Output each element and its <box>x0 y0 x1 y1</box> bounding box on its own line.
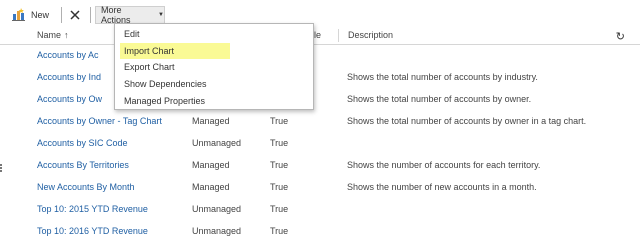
chart-name-link[interactable]: Top 10: 2016 YTD Revenue <box>37 226 148 236</box>
grid-header: Name ↑ le Description ↻ <box>0 27 640 45</box>
chart-new-icon <box>12 8 25 21</box>
toolbar-divider <box>90 7 91 23</box>
state-cell: Unmanaged <box>192 204 242 214</box>
table-row[interactable]: Top 10: 2016 YTD Revenue Unmanaged True <box>0 221 640 243</box>
column-header-default[interactable]: le <box>314 30 321 40</box>
sort-ascending-icon: ↑ <box>64 30 69 40</box>
state-cell: Managed <box>192 160 230 170</box>
table-row[interactable]: Accounts by Ow Shows the total number of… <box>0 89 640 111</box>
menu-item-label: Show Dependencies <box>124 79 207 89</box>
default-cell: True <box>270 116 289 126</box>
menu-item-label: Edit <box>124 29 140 39</box>
new-button-label: New <box>31 9 50 20</box>
table-row[interactable]: Accounts by Owner - Tag Chart Managed Tr… <box>0 111 640 133</box>
menu-item-export-chart[interactable]: Export Chart <box>123 60 175 74</box>
column-divider <box>338 29 339 42</box>
chart-name-link[interactable]: Accounts by SIC Code <box>37 138 128 148</box>
menu-item-label: Import Chart <box>124 46 175 56</box>
state-cell: Unmanaged <box>192 226 242 236</box>
table-row[interactable]: Top 10: 2015 YTD Revenue Unmanaged True <box>0 199 640 221</box>
more-actions-button[interactable]: More Actions ▼ <box>95 5 165 25</box>
more-actions-menu: Edit Import Chart Export Chart Show Depe… <box>114 23 314 110</box>
drag-handle-icon[interactable] <box>0 163 4 173</box>
delete-button[interactable] <box>68 6 82 23</box>
close-icon <box>70 9 80 20</box>
chart-name-link[interactable]: Top 10: 2015 YTD Revenue <box>37 204 148 214</box>
table-row[interactable]: Accounts by Ac <box>0 45 640 67</box>
menu-item-import-chart[interactable]: Import Chart <box>123 44 174 58</box>
state-cell: Managed <box>192 116 230 126</box>
description-cell: Shows the total number of accounts by in… <box>347 72 538 82</box>
menu-item-label: Managed Properties <box>124 96 206 106</box>
state-cell: Managed <box>192 182 230 192</box>
toolbar-divider <box>61 7 62 23</box>
menu-item-edit[interactable]: Edit <box>123 27 140 41</box>
column-header-name-label: Name <box>37 30 62 40</box>
default-cell: True <box>270 160 289 170</box>
command-bar: New More Actions ▼ <box>0 0 640 28</box>
chart-name-link[interactable]: Accounts by Ow <box>37 94 102 104</box>
state-cell: Unmanaged <box>192 138 242 148</box>
description-cell: Shows the total number of accounts by ow… <box>347 116 587 126</box>
description-cell: Shows the total number of accounts by ow… <box>347 94 532 104</box>
menu-item-managed-properties[interactable]: Managed Properties <box>123 94 205 108</box>
chart-name-link[interactable]: Accounts By Territories <box>37 160 129 170</box>
select-all-checkbox[interactable] <box>14 28 29 43</box>
chart-name-link[interactable]: Accounts by Ind <box>37 72 101 82</box>
table-row[interactable]: Accounts by Ind Shows the total number o… <box>0 67 640 89</box>
description-cell: Shows the number of new accounts in a mo… <box>347 182 537 192</box>
menu-item-label: Export Chart <box>124 62 175 72</box>
refresh-icon[interactable]: ↻ <box>616 30 625 43</box>
table-row[interactable]: Accounts by SIC Code Unmanaged True <box>0 133 640 155</box>
table-row[interactable]: New Accounts By Month Managed True Shows… <box>0 177 640 199</box>
default-cell: True <box>270 226 289 236</box>
default-cell: True <box>270 182 289 192</box>
chart-name-link[interactable]: Accounts by Owner - Tag Chart <box>37 116 162 126</box>
column-header-name[interactable]: Name ↑ <box>37 30 69 40</box>
default-cell: True <box>270 204 289 214</box>
default-cell: True <box>270 138 289 148</box>
table-row[interactable]: Accounts By Territories Managed True Sho… <box>0 155 640 177</box>
chevron-down-icon: ▼ <box>158 12 164 18</box>
menu-item-show-dependencies[interactable]: Show Dependencies <box>123 77 207 91</box>
column-header-description[interactable]: Description <box>348 30 393 40</box>
description-cell: Shows the number of accounts for each te… <box>347 160 541 170</box>
chart-name-link[interactable]: New Accounts By Month <box>37 182 135 192</box>
chart-name-link[interactable]: Accounts by Ac <box>37 50 99 60</box>
new-button[interactable]: New <box>12 6 49 23</box>
more-actions-label: More Actions <box>101 5 131 25</box>
